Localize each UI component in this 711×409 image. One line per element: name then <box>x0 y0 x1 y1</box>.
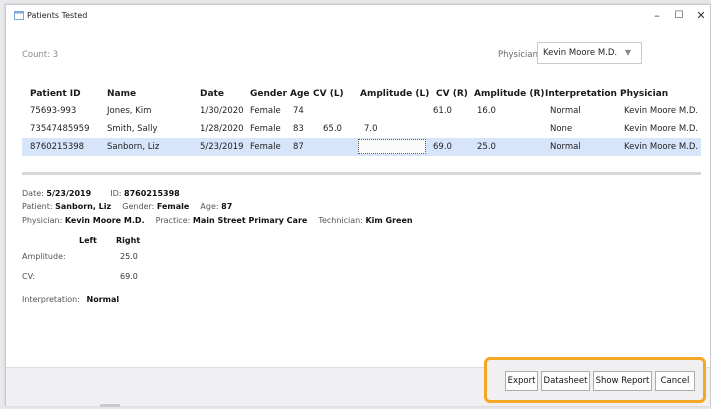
table-row-selected[interactable]: 8760215398 Sanborn, Liz 5/23/2019 Female… <box>22 138 701 156</box>
column-header-physician[interactable]: Physician <box>620 85 668 103</box>
window-scroll-thumb[interactable] <box>100 404 120 407</box>
cv-label: CV: <box>22 272 36 281</box>
detail-line-patient: Patient: Sanborn, Liz Gender: Female Age… <box>22 202 232 211</box>
cell-cv-left: 65.0 <box>323 124 342 134</box>
table-horizontal-scrollbar[interactable] <box>22 172 701 175</box>
column-header-name[interactable]: Name <box>107 85 136 103</box>
cell-physician: Kevin Moore M.D. <box>624 142 699 152</box>
cell-interpretation: Normal <box>550 106 581 116</box>
action-buttons-highlight: Export Datasheet Show Report Cancel <box>484 357 706 403</box>
cell-amplitude-right: 25.0 <box>477 142 496 152</box>
cv-right-value: 69.0 <box>120 272 138 281</box>
physician-filter-value: Kevin Moore M.D. <box>543 48 618 58</box>
cell-age: 74 <box>293 106 304 116</box>
column-header-age[interactable]: Age <box>290 85 310 103</box>
cell-age: 83 <box>293 124 304 134</box>
table-header: Patient ID Name Date Gender Age CV (L) A… <box>22 85 701 103</box>
cancel-button[interactable]: Cancel <box>655 371 695 391</box>
cell-interpretation: None <box>550 124 573 134</box>
column-header-patient-id[interactable]: Patient ID <box>30 85 81 103</box>
id-value: 8760215398 <box>124 189 180 198</box>
cell-age: 87 <box>293 142 304 152</box>
column-header-amplitude-right[interactable]: Amplitude (R) <box>474 85 545 103</box>
physician-filter-select[interactable]: Kevin Moore M.D. ▼ <box>537 42 642 64</box>
interpretation-label: Interpretation: <box>22 295 80 304</box>
physician-value: Kevin Moore M.D. <box>64 216 145 225</box>
cell-gender: Female <box>250 124 281 134</box>
gender-label: Gender: <box>122 202 155 211</box>
show-report-button[interactable]: Show Report <box>593 371 652 391</box>
cell-patient-id: 73547485959 <box>30 124 90 134</box>
datasheet-button[interactable]: Datasheet <box>541 371 590 391</box>
maximize-button[interactable]: ☐ <box>668 8 690 24</box>
cell-interpretation: Normal <box>550 142 581 152</box>
column-header-amplitude-left[interactable]: Amplitude (L) <box>360 85 429 103</box>
cell-patient-id: 75693-993 <box>30 106 77 116</box>
cell-date: 1/28/2020 <box>200 124 244 134</box>
column-header-interpretation[interactable]: Interpretation <box>545 85 617 103</box>
table-row[interactable]: 73547485959 Smith, Sally 1/28/2020 Femal… <box>22 120 701 138</box>
detail-line-physician: Physician: Kevin Moore M.D. Practice: Ma… <box>22 216 413 225</box>
cell-cv-right: 61.0 <box>433 106 452 116</box>
date-value: 5/23/2019 <box>46 189 92 198</box>
cell-amplitude-left: 7.0 <box>364 124 378 134</box>
minimize-button[interactable]: – <box>646 8 668 24</box>
chevron-down-icon: ▼ <box>624 48 631 57</box>
id-label: ID: <box>110 189 122 198</box>
window-title: Patients Tested <box>27 11 88 20</box>
focused-cell-amplitude-left[interactable] <box>358 139 426 154</box>
cell-physician: Kevin Moore M.D. <box>624 124 699 134</box>
export-button[interactable]: Export <box>505 371 538 391</box>
practice-value: Main Street Primary Care <box>192 216 308 225</box>
title-bar: Patients Tested – ☐ ✕ <box>6 5 710 27</box>
count-label: Count: 3 <box>22 50 59 60</box>
left-column-header: Left <box>79 236 97 245</box>
cell-physician: Kevin Moore M.D. <box>624 106 699 116</box>
amplitude-label: Amplitude: <box>22 252 66 261</box>
amplitude-right-value: 25.0 <box>120 252 138 261</box>
detail-line-date: Date: 5/23/2019 ID: 8760215398 <box>22 189 180 198</box>
column-header-date[interactable]: Date <box>200 85 224 103</box>
app-icon <box>14 11 24 20</box>
gender-value: Female <box>156 202 190 211</box>
cell-date: 5/23/2019 <box>200 142 244 152</box>
column-header-cv-right[interactable]: CV (R) <box>436 85 468 103</box>
cell-gender: Female <box>250 142 281 152</box>
close-button[interactable]: ✕ <box>690 8 711 24</box>
cell-name: Smith, Sally <box>107 124 158 134</box>
technician-label: Technician: <box>318 216 363 225</box>
table-row[interactable]: 75693-993 Jones, Kim 1/30/2020 Female 74… <box>22 102 701 120</box>
patient-value: Sanborn, Liz <box>55 202 112 211</box>
physician-label: Physician: <box>22 216 63 225</box>
interpretation-value: Normal <box>86 295 120 304</box>
cell-amplitude-right: 16.0 <box>477 106 496 116</box>
practice-label: Practice: <box>155 216 191 225</box>
age-label: Age: <box>200 202 219 211</box>
detail-line-interpretation: Interpretation: Normal <box>22 295 119 304</box>
cell-gender: Female <box>250 106 281 116</box>
right-column-header: Right <box>116 236 141 245</box>
cell-patient-id: 8760215398 <box>30 142 85 152</box>
patient-label: Patient: <box>22 202 53 211</box>
column-header-gender[interactable]: Gender <box>250 85 287 103</box>
cell-date: 1/30/2020 <box>200 106 244 116</box>
cell-name: Sanborn, Liz <box>107 142 160 152</box>
age-value: 87 <box>221 202 233 211</box>
physician-filter-label: Physician: <box>498 50 541 60</box>
cell-cv-right: 69.0 <box>433 142 452 152</box>
technician-value: Kim Green <box>365 216 413 225</box>
date-label: Date: <box>22 189 44 198</box>
patients-tested-window: Patients Tested – ☐ ✕ Count: 3 Physician… <box>5 4 711 406</box>
cell-name: Jones, Kim <box>107 106 152 116</box>
column-header-cv-left[interactable]: CV (L) <box>313 85 344 103</box>
